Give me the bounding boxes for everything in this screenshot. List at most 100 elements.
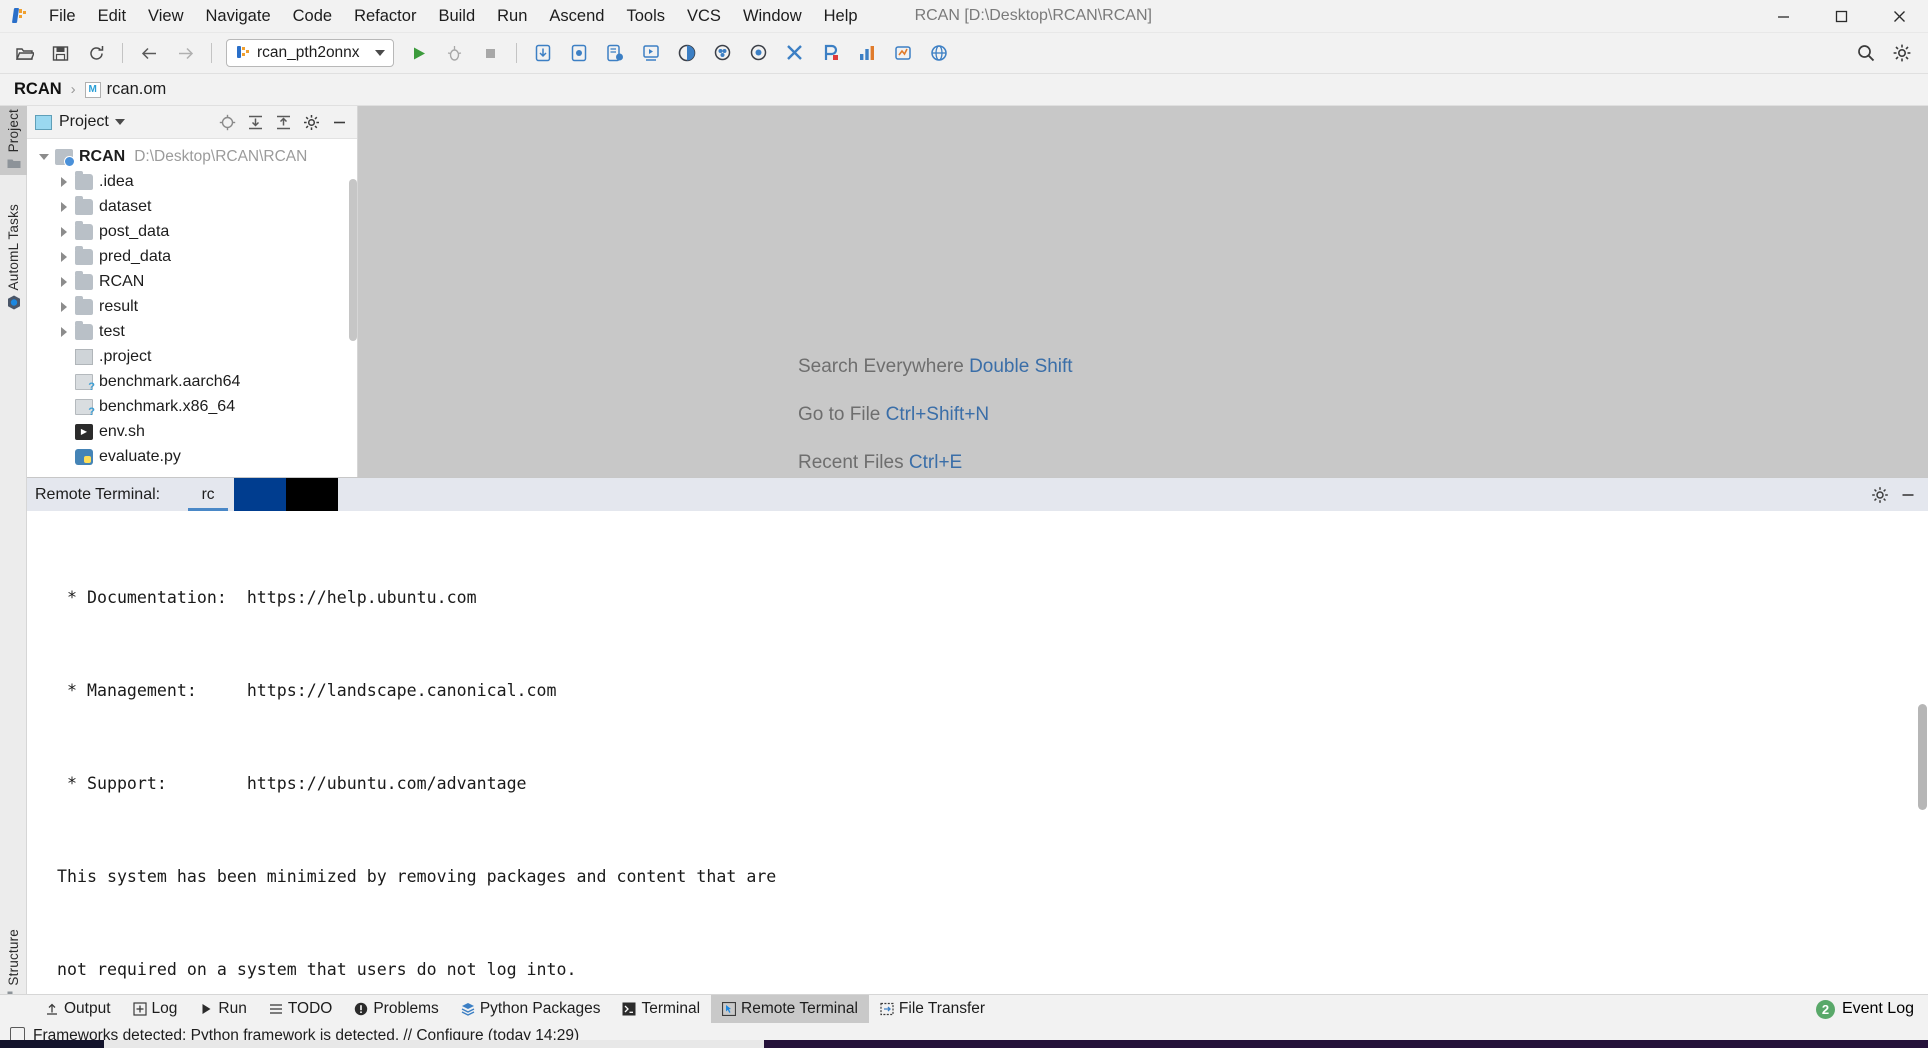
os-taskbar-strip (0, 1040, 1928, 1048)
profiling-icon[interactable] (636, 38, 666, 68)
menu-item-vcs[interactable]: VCS (676, 4, 732, 29)
terminal-scrollbar-thumb[interactable] (1918, 704, 1927, 810)
debug-icon[interactable] (439, 38, 469, 68)
maximize-button[interactable] (1812, 0, 1870, 33)
terminal-line: * Management: https://landscape.canonica… (57, 675, 1928, 706)
expand-all-icon[interactable] (242, 109, 268, 135)
menu-item-build[interactable]: Build (427, 4, 486, 29)
bottom-tab-remote-terminal[interactable]: Remote Terminal (711, 994, 869, 1024)
terminal-title: Remote Terminal: (35, 485, 161, 503)
model-convert-icon[interactable] (564, 38, 594, 68)
settings-gear-icon[interactable] (298, 109, 324, 135)
taskbar-segment-left (0, 1040, 104, 1048)
menu-item-view[interactable]: View (137, 4, 194, 29)
tree-label: pred_data (99, 247, 172, 265)
collapse-all-icon[interactable] (270, 109, 296, 135)
menu-item-help[interactable]: Help (813, 4, 869, 29)
menu-item-navigate[interactable]: Navigate (195, 4, 282, 29)
breadcrumb-root[interactable]: RCAN (14, 80, 62, 99)
op-compare-icon[interactable] (672, 38, 702, 68)
bottom-tab-terminal[interactable]: Terminal (611, 995, 711, 1024)
menu-item-refactor[interactable]: Refactor (343, 4, 427, 29)
menu-item-run[interactable]: Run (486, 4, 538, 29)
forward-arrow-icon[interactable] (170, 38, 200, 68)
close-button[interactable] (1870, 0, 1928, 33)
menu-item-ascend[interactable]: Ascend (538, 4, 615, 29)
run-configuration-selector[interactable]: rcan_pth2onnx (226, 39, 394, 67)
menu-item-edit[interactable]: Edit (87, 4, 137, 29)
tree-row-result[interactable]: result (27, 294, 357, 319)
hide-panel-icon[interactable] (326, 109, 352, 135)
tree-row-benchmark-aarch64[interactable]: benchmark.aarch64 (27, 369, 357, 394)
settings-gear-icon[interactable] (1887, 38, 1917, 68)
terminal-tab-rc[interactable]: rc (182, 478, 235, 511)
twisty-right-icon[interactable] (53, 276, 75, 287)
event-log-button[interactable]: 2 Event Log (1815, 999, 1914, 1019)
event-log-label: Event Log (1841, 1000, 1914, 1017)
bottom-tab-file-transfer[interactable]: File Transfer (869, 995, 996, 1024)
twisty-right-icon[interactable] (53, 326, 75, 337)
locate-target-icon[interactable] (214, 109, 240, 135)
bottom-tab-output[interactable]: Output (34, 995, 122, 1024)
model-download-icon[interactable] (528, 38, 558, 68)
model-analyse-icon[interactable] (600, 38, 630, 68)
tree-row-post-data[interactable]: post_data (27, 219, 357, 244)
project-file-tree[interactable]: RCAN D:\Desktop\RCAN\RCAN .idea dataset … (27, 139, 357, 477)
back-arrow-icon[interactable] (134, 38, 164, 68)
stop-icon[interactable] (475, 38, 505, 68)
menu-item-window[interactable]: Window (732, 4, 813, 29)
window-title: RCAN [D:\Desktop\RCAN\RCAN] (914, 7, 1152, 24)
terminal-tab-swatch-blue (234, 478, 287, 511)
run-icon[interactable] (403, 38, 433, 68)
mindstudio-x-icon[interactable] (780, 38, 810, 68)
ascend-globe-icon[interactable] (924, 38, 954, 68)
tree-row-idea[interactable]: .idea (27, 169, 357, 194)
search-icon[interactable] (1851, 38, 1881, 68)
terminal-header-actions (1866, 478, 1922, 511)
accuracy-analyzer-icon[interactable] (708, 38, 738, 68)
breadcrumb-file[interactable]: rcan.om (107, 80, 167, 99)
minimize-button[interactable] (1754, 0, 1812, 33)
twisty-right-icon[interactable] (53, 176, 75, 187)
bottom-tab-todo[interactable]: TODO (258, 995, 344, 1024)
bottom-tab-problems[interactable]: Problems (343, 995, 449, 1024)
tree-row-rcan-root[interactable]: RCAN D:\Desktop\RCAN\RCAN (27, 144, 357, 169)
ascend-chart-icon[interactable] (852, 38, 882, 68)
tree-row-rcan[interactable]: RCAN (27, 269, 357, 294)
sidebar-item-automl-tasks[interactable]: AutomL Tasks (0, 201, 27, 316)
bottom-tab-log[interactable]: Log (122, 995, 189, 1024)
menu-item-code[interactable]: Code (282, 4, 343, 29)
twisty-right-icon[interactable] (53, 201, 75, 212)
terminal-line: not required on a system that users do n… (57, 954, 1928, 985)
twisty-down-icon[interactable] (33, 153, 55, 160)
menu-item-tools[interactable]: Tools (615, 4, 676, 29)
tree-row-evaluate-py[interactable]: evaluate.py (27, 444, 357, 469)
project-tree-scrollbar[interactable] (349, 179, 357, 341)
ascend-tune-icon[interactable] (888, 38, 918, 68)
tree-row-test[interactable]: test (27, 319, 357, 344)
msprof-icon[interactable] (744, 38, 774, 68)
save-all-icon[interactable] (45, 38, 75, 68)
tree-row-pred-data[interactable]: pred_data (27, 244, 357, 269)
project-panel-actions (213, 109, 357, 135)
bottom-tab-run[interactable]: Run (188, 995, 257, 1024)
tree-row-dataset[interactable]: dataset (27, 194, 357, 219)
ascend-p-icon[interactable] (816, 38, 846, 68)
bottom-tab-python-packages[interactable]: Python Packages (450, 995, 612, 1024)
tree-row-env-sh[interactable]: env.sh (27, 419, 357, 444)
settings-gear-icon[interactable] (1866, 481, 1894, 509)
terminal-scrollbar[interactable] (1916, 511, 1928, 995)
tree-row-project-file[interactable]: .project (27, 344, 357, 369)
sidebar-item-project[interactable]: Project (0, 106, 27, 176)
twisty-right-icon[interactable] (53, 301, 75, 312)
hint-shortcut: Ctrl+E (908, 452, 963, 473)
hide-panel-icon[interactable] (1894, 481, 1922, 509)
chevron-down-icon[interactable] (114, 119, 125, 125)
sync-refresh-icon[interactable] (81, 38, 111, 68)
tree-row-benchmark-x86-64[interactable]: benchmark.x86_64 (27, 394, 357, 419)
twisty-right-icon[interactable] (53, 251, 75, 262)
terminal-output[interactable]: * Documentation: https://help.ubuntu.com… (27, 511, 1928, 995)
twisty-right-icon[interactable] (53, 226, 75, 237)
menu-item-file[interactable]: File (38, 4, 87, 29)
open-folder-icon[interactable] (9, 38, 39, 68)
